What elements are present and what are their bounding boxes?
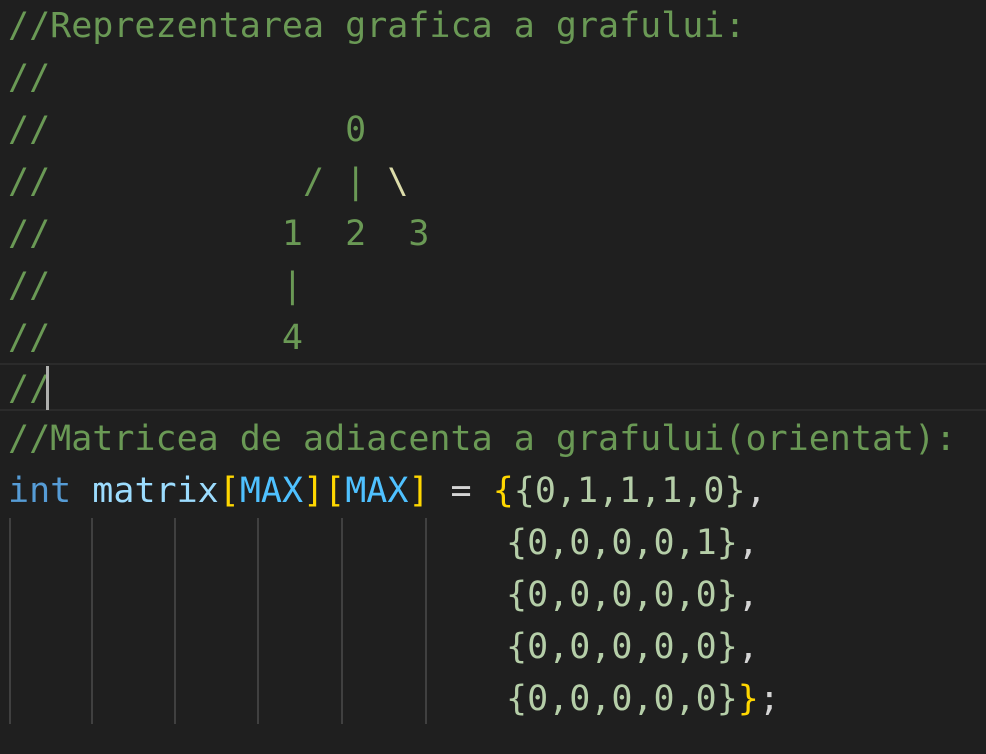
- comment-text: //: [8, 369, 51, 409]
- type-keyword: int: [8, 471, 72, 511]
- code-line-11[interactable]: {0,0,0,0,1},: [506, 517, 759, 569]
- comment-text: // |: [8, 266, 304, 306]
- code-editor[interactable]: //Reprezentarea grafica a grafului: // /…: [0, 0, 986, 754]
- code-line-4[interactable]: // / | \: [8, 156, 408, 208]
- text-cursor: [46, 366, 49, 410]
- backslash-char: \: [387, 162, 409, 202]
- comment-text: // 1 2 3: [8, 214, 430, 254]
- matrix-row: {0,0,0,0,1}: [506, 523, 738, 563]
- indent-guide: [174, 518, 176, 724]
- code-line-7[interactable]: // 4: [8, 312, 303, 364]
- bracket-close: ]: [408, 471, 430, 511]
- indent-guide: [9, 518, 11, 724]
- comment-text: // 0: [8, 110, 367, 150]
- comment-text: //: [8, 58, 51, 98]
- assign-operator: =: [429, 471, 493, 511]
- outer-brace-close: }: [737, 679, 759, 719]
- code-line-9[interactable]: //Matricea de adiacenta a grafului(orien…: [8, 413, 956, 465]
- code-line-14[interactable]: {0,0,0,0,0}};: [506, 673, 780, 725]
- bracket-open: [: [218, 471, 240, 511]
- code-line-12[interactable]: {0,0,0,0,0},: [506, 569, 759, 621]
- matrix-row: {0,1,1,1,0}: [513, 471, 746, 511]
- code-line-1[interactable]: //Reprezentarea grafica a grafului:: [8, 0, 746, 52]
- code-line-6[interactable]: // |: [8, 260, 303, 312]
- comment-text: //Matricea de adiacenta a grafului(orien…: [8, 419, 957, 459]
- code-line-2[interactable]: //: [8, 52, 50, 104]
- code-line-8[interactable]: //: [8, 363, 50, 415]
- variable-name: matrix: [92, 471, 219, 511]
- indent-guide: [425, 518, 427, 724]
- row-separator: ,: [737, 523, 759, 563]
- current-line-highlight: [0, 363, 986, 411]
- statement-terminator: ;: [758, 679, 780, 719]
- constant-name: MAX: [345, 471, 409, 511]
- bracket-close: ]: [303, 471, 325, 511]
- indent-guide: [257, 518, 259, 724]
- constant-name: MAX: [239, 471, 304, 511]
- code-line-5[interactable]: // 1 2 3: [8, 208, 429, 260]
- row-separator: ,: [737, 627, 759, 667]
- indent-guide: [341, 518, 343, 724]
- comment-text: // 4: [8, 318, 304, 358]
- matrix-row: {0,0,0,0,0}: [506, 679, 738, 719]
- matrix-row: {0,0,0,0,0}: [506, 627, 738, 667]
- row-separator: ,: [737, 575, 759, 615]
- comment-text: // / |: [8, 162, 367, 202]
- matrix-row: {0,0,0,0,0}: [506, 575, 738, 615]
- code-line-13[interactable]: {0,0,0,0,0},: [506, 621, 759, 673]
- bracket-open: [: [324, 471, 346, 511]
- indent-guide: [91, 518, 93, 724]
- code-line-10[interactable]: int matrix[MAX][MAX] = {{0,1,1,1,0},: [8, 465, 767, 517]
- outer-brace-open: {: [492, 471, 514, 511]
- row-separator: ,: [745, 471, 767, 511]
- comment-text: //Reprezentarea grafica a grafului:: [8, 6, 746, 46]
- code-line-3[interactable]: // 0: [8, 104, 366, 156]
